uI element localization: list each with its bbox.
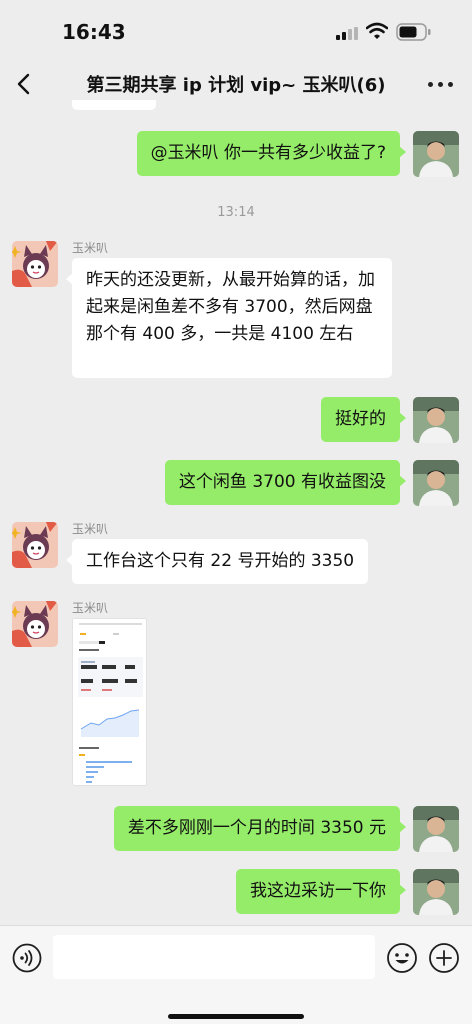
- contact-avatar[interactable]: [12, 601, 58, 647]
- sender-name: 玉米叭: [72, 241, 109, 255]
- contact-avatar[interactable]: [12, 241, 58, 287]
- own-message[interactable]: @玉米叭 你一共有多少收益了?: [136, 131, 407, 176]
- timestamp: 13:14: [217, 205, 255, 220]
- battery-icon: [396, 23, 431, 41]
- own-avatar[interactable]: [413, 397, 459, 443]
- message-input[interactable]: [53, 935, 375, 979]
- sender-name: 玉米叭: [72, 601, 109, 615]
- chat-header: 第三期共享 ip 计划 vip~ 玉米叭(6): [0, 58, 472, 110]
- own-avatar[interactable]: [413, 460, 459, 506]
- wifi-icon: [366, 22, 388, 39]
- chat-title: 第三期共享 ip 计划 vip~ 玉米叭(6): [86, 75, 386, 96]
- own-avatar[interactable]: [413, 806, 459, 852]
- voice-icon[interactable]: [12, 943, 42, 973]
- previous-message-edge: [72, 100, 156, 110]
- own-message[interactable]: 这个闲鱼 3700 有收益图没: [164, 460, 407, 505]
- home-indicator: [168, 1014, 304, 1019]
- own-message[interactable]: 挺好的: [321, 397, 406, 442]
- own-message[interactable]: 我这边采访一下你: [236, 869, 406, 914]
- plus-icon[interactable]: [428, 942, 460, 974]
- status-bar: 16:43: [0, 0, 472, 58]
- sender-name: 玉米叭: [72, 522, 109, 536]
- chevron-left-icon[interactable]: [10, 66, 40, 102]
- image-message[interactable]: [72, 618, 147, 786]
- contact-message[interactable]: 工作台这个只有 22 号开始的 3350: [65, 539, 369, 584]
- input-bar: [0, 925, 472, 1024]
- more-dots-icon[interactable]: [426, 76, 456, 92]
- own-avatar[interactable]: [413, 869, 459, 915]
- own-avatar[interactable]: [413, 131, 459, 177]
- signal-icon: [336, 27, 360, 40]
- own-message[interactable]: 差不多刚刚一个月的时间 3350 元: [113, 806, 407, 851]
- contact-message[interactable]: 昨天的还没更新，从最开始算的话，加起来是闲鱼差不多有 3700，然后网盘那个有 …: [66, 258, 392, 378]
- status-time: 16:43: [62, 20, 126, 44]
- contact-avatar[interactable]: [12, 522, 58, 568]
- emoji-icon[interactable]: [386, 942, 418, 974]
